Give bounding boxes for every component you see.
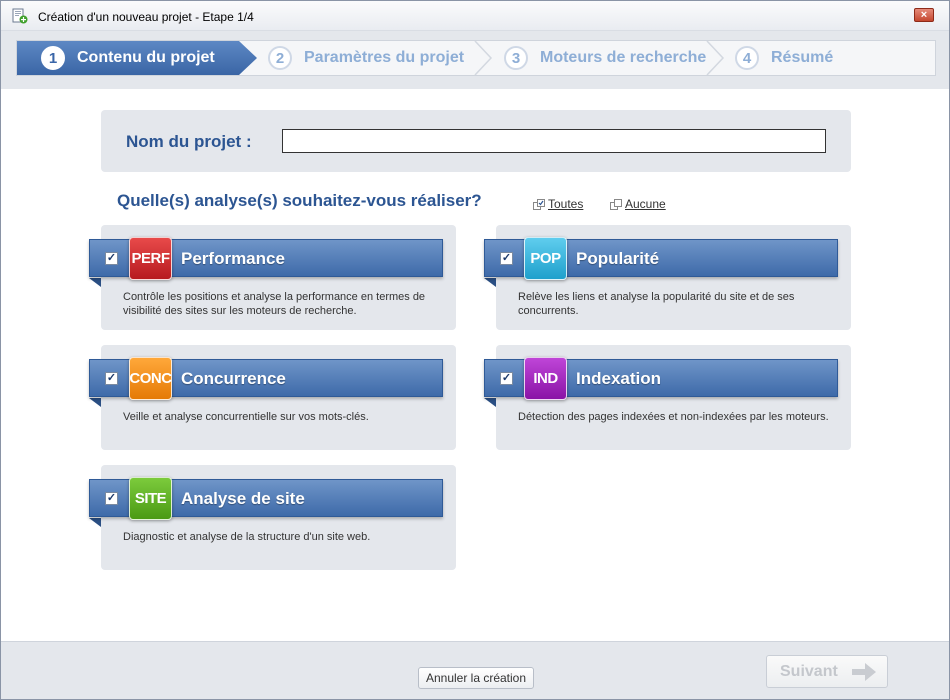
- step-number: 4: [735, 46, 759, 70]
- wizard-footer: Annuler la création Suivant: [1, 641, 949, 699]
- step-label: Moteurs de recherche: [540, 49, 707, 66]
- ribbon-fold: [484, 278, 496, 287]
- next-button[interactable]: Suivant: [766, 655, 888, 688]
- analysis-card-indexation: ✓ IND Indexation Détection des pages ind…: [484, 345, 851, 450]
- select-none-icon: [610, 198, 622, 210]
- step-3: 3 Moteurs de recherche: [504, 41, 706, 75]
- select-none-link[interactable]: Aucune: [610, 197, 666, 211]
- step-label: Résumé: [771, 49, 834, 66]
- conc-badge-icon: CONC: [129, 357, 172, 400]
- analysis-title: Performance: [181, 249, 285, 268]
- ind-badge-icon: IND: [524, 357, 567, 400]
- concurrence-checkbox[interactable]: ✓: [105, 372, 118, 385]
- new-project-icon: [12, 8, 28, 24]
- project-name-label: Nom du projet :: [126, 132, 252, 151]
- project-name-panel: Nom du projet :: [101, 110, 851, 172]
- popularite-checkbox[interactable]: ✓: [500, 252, 513, 265]
- perf-badge-icon: PERF: [129, 237, 172, 280]
- next-label: Suivant: [780, 662, 838, 680]
- step-1: 1 Contenu du projet: [41, 41, 215, 75]
- project-name-input[interactable]: [282, 129, 826, 153]
- analysis-card-popularite: ✓ POP Popularité Relève les liens et ana…: [484, 225, 851, 330]
- select-all-label: Toutes: [548, 197, 584, 211]
- pop-badge-icon: POP: [524, 237, 567, 280]
- analysis-ribbon: ✓ SITE Analyse de site: [89, 477, 443, 520]
- analysis-ribbon: ✓ POP Popularité: [484, 237, 838, 280]
- site-badge-icon: SITE: [129, 477, 172, 520]
- step-2: 2 Paramètres du projet: [268, 41, 464, 75]
- step-indicator: 1 Contenu du projet 2 Paramètres du proj…: [16, 40, 936, 76]
- ribbon-fold: [89, 398, 101, 407]
- step-number: 3: [504, 46, 528, 70]
- analysis-description: Veille et analyse concurrentielle sur vo…: [123, 411, 369, 423]
- select-all-link[interactable]: Toutes: [533, 197, 583, 211]
- analysis-title: Indexation: [576, 369, 662, 388]
- analysis-card-site: ✓ SITE Analyse de site Diagnostic et ana…: [89, 465, 456, 570]
- arrow-right-icon: [851, 662, 876, 681]
- step-number: 2: [268, 46, 292, 70]
- analysis-title: Concurrence: [181, 369, 286, 388]
- step-label: Paramètres du projet: [304, 49, 465, 66]
- analysis-description: Relève les liens et analyse la popularit…: [518, 291, 795, 317]
- analysis-title: Analyse de site: [181, 489, 305, 508]
- analysis-ribbon: ✓ PERF Performance: [89, 237, 443, 280]
- ribbon-fold: [89, 518, 101, 527]
- step-label: Contenu du projet: [77, 49, 215, 66]
- analysis-description: Détection des pages indexées et non-inde…: [518, 411, 829, 423]
- window-title: Création d'un nouveau projet - Etape 1/4: [38, 10, 254, 24]
- step-number: 1: [41, 46, 65, 70]
- analysis-description: Diagnostic et analyse de la structure d'…: [123, 531, 371, 543]
- select-all-icon: [533, 198, 545, 210]
- wizard-window: Création d'un nouveau projet - Etape 1/4…: [0, 0, 950, 700]
- analysis-description: Contrôle les positions et analyse la per…: [123, 291, 426, 317]
- performance-checkbox[interactable]: ✓: [105, 252, 118, 265]
- ribbon-fold: [484, 398, 496, 407]
- indexation-checkbox[interactable]: ✓: [500, 372, 513, 385]
- cancel-creation-button[interactable]: Annuler la création: [418, 667, 534, 689]
- close-button[interactable]: ×: [914, 8, 934, 22]
- select-none-label: Aucune: [625, 197, 666, 211]
- step-4: 4 Résumé: [735, 41, 833, 75]
- analysis-card-concurrence: ✓ CONC Concurrence Veille et analyse con…: [89, 345, 456, 450]
- title-bar: Création d'un nouveau projet - Etape 1/4…: [1, 1, 949, 31]
- wizard-steps-bar: 1 Contenu du projet 2 Paramètres du proj…: [1, 31, 949, 89]
- ribbon-fold: [89, 278, 101, 287]
- analysis-ribbon: ✓ CONC Concurrence: [89, 357, 443, 400]
- analysis-title: Popularité: [576, 249, 660, 268]
- analysis-card-performance: ✓ PERF Performance Contrôle les position…: [89, 225, 456, 330]
- site-checkbox[interactable]: ✓: [105, 492, 118, 505]
- analysis-ribbon: ✓ IND Indexation: [484, 357, 838, 400]
- analyses-question: Quelle(s) analyse(s) souhaitez-vous réal…: [117, 191, 482, 210]
